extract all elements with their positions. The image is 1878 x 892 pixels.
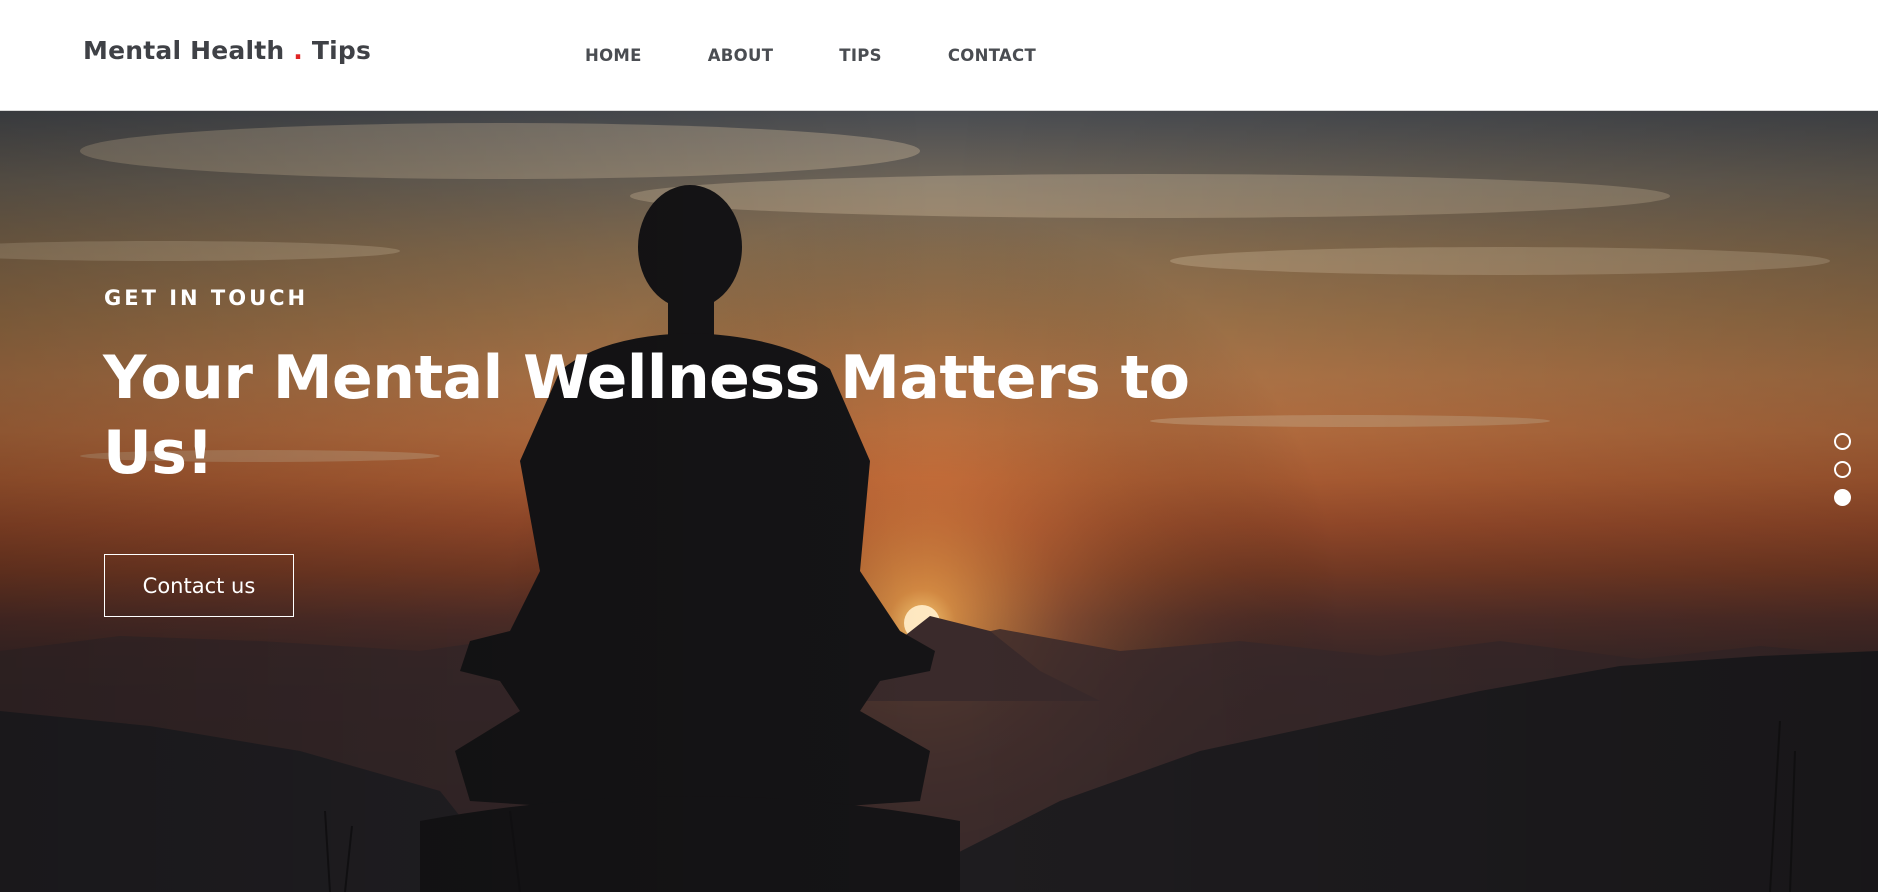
slider-pagination [1834, 433, 1851, 517]
logo-text-main: Mental Health [83, 36, 294, 65]
nav-link-home[interactable]: HOME [585, 46, 642, 65]
nav-link-contact[interactable]: CONTACT [948, 46, 1036, 65]
slide-dot-3-active[interactable] [1834, 489, 1851, 506]
contact-us-button[interactable]: Contact us [104, 554, 294, 617]
nav-link-tips[interactable]: TIPS [839, 46, 882, 65]
hero-kicker: GET IN TOUCH [104, 286, 309, 310]
nav-link-about[interactable]: ABOUT [708, 46, 774, 65]
slide-dot-1[interactable] [1834, 433, 1851, 450]
site-header: Mental Health . Tips HOME ABOUT TIPS CON… [0, 0, 1878, 111]
hero-background-image [0, 111, 1878, 892]
site-logo[interactable]: Mental Health . Tips [83, 36, 371, 65]
hero-slider: GET IN TOUCH Your Mental Wellness Matter… [0, 111, 1878, 892]
logo-text-tips: Tips [303, 36, 372, 65]
logo-dot: . [293, 36, 303, 65]
main-nav: HOME ABOUT TIPS CONTACT [585, 46, 1102, 65]
hero-headline: Your Mental Wellness Matters to Us! [103, 343, 1190, 488]
slide-dot-2[interactable] [1834, 461, 1851, 478]
